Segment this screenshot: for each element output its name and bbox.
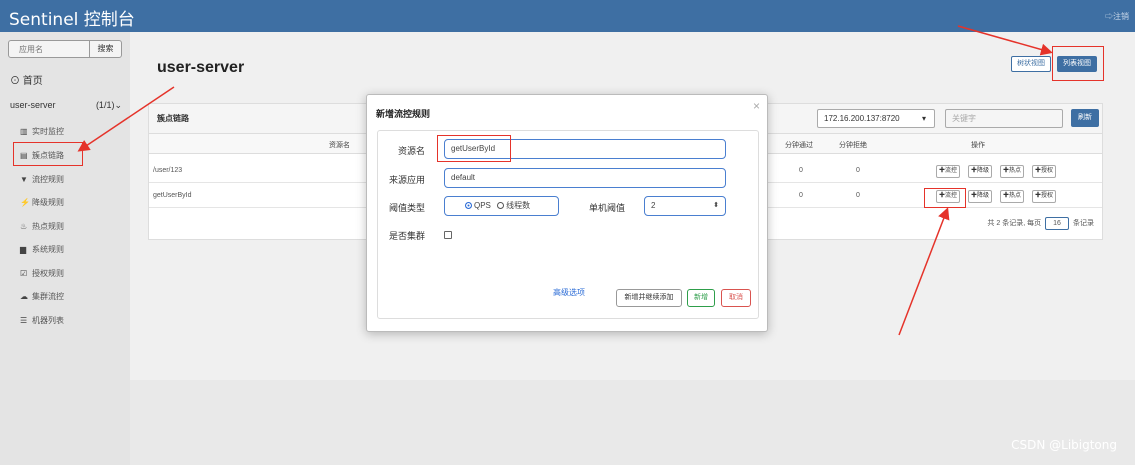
col-pass-qps: 分钟通过 bbox=[785, 142, 813, 149]
cell-resource: /user/123 bbox=[153, 167, 183, 174]
home-icon: ⊙ bbox=[10, 76, 20, 87]
add-button[interactable]: 新增 bbox=[687, 289, 715, 307]
page-size-input[interactable]: 16 bbox=[1045, 217, 1070, 230]
caret-down-icon: ▾ bbox=[921, 114, 926, 123]
sidebar-item-auth-rules[interactable]: ☑ 授权规则 bbox=[20, 268, 64, 279]
radio-threads[interactable]: 线程数 bbox=[497, 201, 530, 210]
bolt-icon: ⚡ bbox=[20, 198, 30, 207]
check-icon: ☑ bbox=[20, 269, 28, 278]
sidebar-item-machines[interactable]: ☰ 机器列表 bbox=[20, 315, 64, 326]
sidebar-item-label: 首页 bbox=[22, 76, 43, 87]
annotation-box-flow-button bbox=[924, 188, 966, 208]
server-icon: ☰ bbox=[20, 316, 28, 325]
app-name: user-server bbox=[10, 100, 56, 110]
threshold-stepper[interactable]: 2 ⬍ bbox=[644, 196, 726, 216]
machine-select[interactable]: 172.16.200.137:8720 ▾ bbox=[817, 109, 935, 128]
app-search-input[interactable] bbox=[9, 41, 91, 57]
add-hotspot-rule-button[interactable]: ✚热点 bbox=[1000, 165, 1025, 178]
add-auth-rule-button[interactable]: ✚授权 bbox=[1032, 190, 1057, 203]
cluster-label: 是否集群 bbox=[389, 231, 426, 241]
app-count: (1/1)⌄ bbox=[95, 100, 122, 110]
dialog-title: 新增流控规则 bbox=[376, 109, 431, 119]
top-navbar: Sentinel 控制台 ⇨注销 bbox=[0, 0, 1135, 32]
sidebar-item-hotspot-rules[interactable]: ♨ 热点规则 bbox=[20, 221, 64, 232]
cell-block: 0 bbox=[856, 167, 860, 174]
advanced-options-link[interactable]: 高级选项 bbox=[553, 287, 585, 298]
pagination: 共 2 条记录, 每页 16 条记录 bbox=[987, 217, 1094, 230]
resource-label: 资源名 bbox=[398, 146, 426, 156]
briefcase-icon: ▆ bbox=[20, 245, 27, 254]
col-ops: 操作 bbox=[971, 142, 985, 149]
brand-title[interactable]: Sentinel 控制台 bbox=[9, 5, 135, 30]
page-title: user-server bbox=[157, 59, 245, 76]
sidebar-item-cluster-flow[interactable]: ☁ 集群流控 bbox=[20, 291, 64, 302]
filter-icon: ▼ bbox=[20, 175, 28, 184]
cell-pass: 0 bbox=[799, 167, 803, 174]
tree-view-button[interactable]: 树状视图 bbox=[1011, 56, 1051, 72]
cell-pass: 0 bbox=[799, 192, 803, 199]
app-search-button[interactable]: 搜索 bbox=[89, 41, 121, 57]
keyword-input[interactable]: 关键字 bbox=[945, 109, 1063, 128]
cell-resource: getUserById bbox=[153, 192, 192, 199]
radio-checked-icon bbox=[465, 202, 472, 209]
radio-qps[interactable]: QPS bbox=[465, 201, 491, 210]
add-and-continue-button[interactable]: 新增并继续添加 bbox=[616, 289, 682, 307]
sidebar-item-realtime[interactable]: ▥ 实时监控 bbox=[20, 126, 64, 137]
sidebar-item-home[interactable]: ⊙ 首页 bbox=[10, 72, 43, 87]
chart-icon: ▥ bbox=[20, 127, 28, 136]
sidebar-item-degrade-rules[interactable]: ⚡ 降级规则 bbox=[20, 197, 64, 208]
refresh-button[interactable]: 刷新 bbox=[1071, 109, 1099, 127]
col-resource: 资源名 bbox=[329, 142, 350, 149]
annotation-box-list-view bbox=[1052, 46, 1104, 81]
add-auth-rule-button[interactable]: ✚授权 bbox=[1032, 165, 1057, 178]
add-hotspot-rule-button[interactable]: ✚热点 bbox=[1000, 190, 1025, 203]
rule-form: 资源名 getUserById 来源应用 default 阈值类型 QPS 线程… bbox=[377, 130, 759, 319]
spinner-icon: ⬍ bbox=[713, 202, 719, 209]
cell-block: 0 bbox=[856, 192, 860, 199]
add-degrade-rule-button[interactable]: ✚降级 bbox=[968, 190, 993, 203]
add-degrade-rule-button[interactable]: ✚降级 bbox=[968, 165, 993, 178]
app-search: 搜索 bbox=[8, 40, 122, 58]
col-block-qps: 分钟拒绝 bbox=[839, 142, 867, 149]
annotation-box-cluster-point bbox=[13, 142, 83, 166]
cluster-checkbox[interactable] bbox=[444, 231, 452, 239]
cancel-button[interactable]: 取消 bbox=[721, 289, 751, 307]
threshold-type-radio-group: QPS 线程数 bbox=[444, 196, 559, 216]
origin-field[interactable]: default bbox=[444, 168, 726, 188]
sidebar-item-system-rules[interactable]: ▆ 系统规则 bbox=[20, 244, 64, 255]
add-flow-rule-dialog: 新增流控规则 × 资源名 getUserById 来源应用 default 阈值… bbox=[366, 94, 768, 332]
sidebar: 搜索 ⊙ 首页 user-server (1/1)⌄ ▥实时监控 ▤簇点链路 ▼… bbox=[0, 32, 130, 465]
origin-label: 来源应用 bbox=[389, 175, 426, 185]
watermark: CSDN @Libigtong bbox=[1011, 438, 1117, 452]
panel-title: 簇点链路 bbox=[157, 114, 189, 123]
threshold-type-label: 阈值类型 bbox=[389, 203, 426, 213]
add-flow-rule-button[interactable]: ✚流控 bbox=[936, 165, 961, 178]
radio-unchecked-icon bbox=[497, 202, 505, 209]
threshold-label: 单机阈值 bbox=[589, 203, 626, 213]
chevron-down-icon: ⌄ bbox=[114, 100, 122, 110]
sidebar-app-toggle[interactable]: user-server (1/1)⌄ bbox=[10, 100, 122, 110]
fire-icon: ♨ bbox=[20, 222, 28, 231]
logout-link[interactable]: ⇨注销 bbox=[1105, 11, 1129, 22]
sidebar-item-flow-rules[interactable]: ▼ 流控规则 bbox=[20, 174, 64, 185]
cloud-icon: ☁ bbox=[20, 292, 28, 301]
close-icon[interactable]: × bbox=[753, 99, 760, 113]
annotation-box-resource-field bbox=[437, 135, 511, 162]
